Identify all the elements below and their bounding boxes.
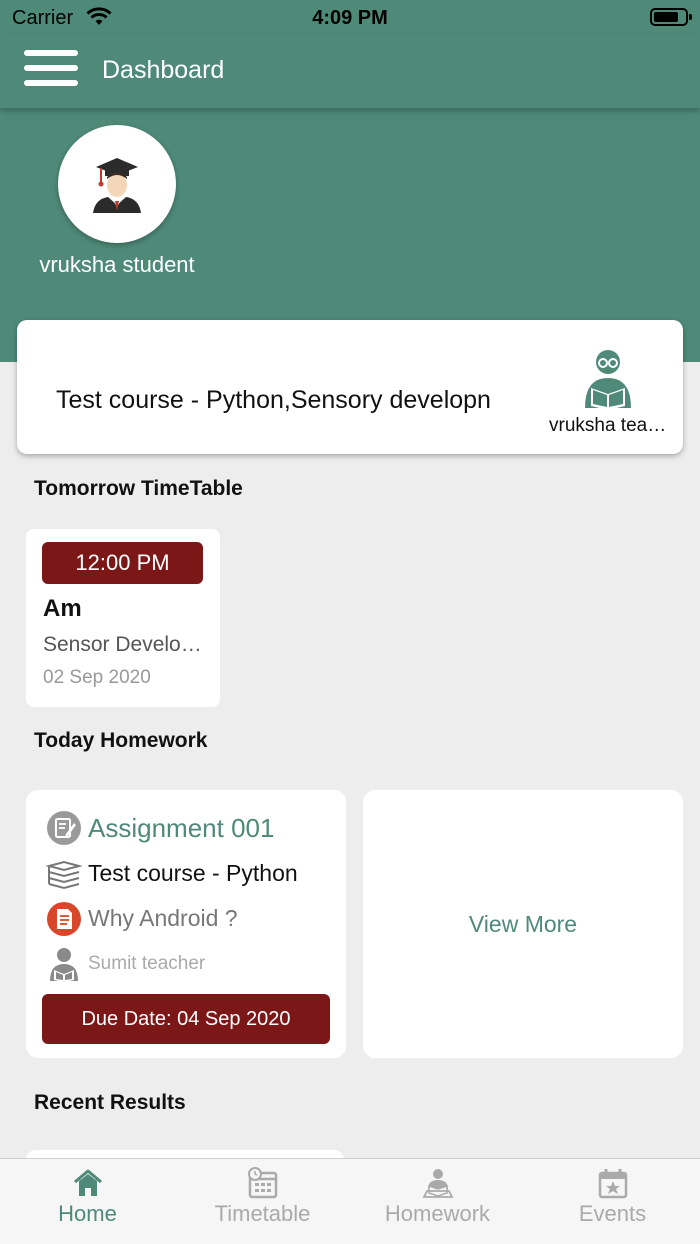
timetable-topic: Sensor Development [43,633,207,656]
teacher-reading-icon [585,350,631,410]
edit-note-icon [47,811,81,845]
timetable-section-title: Tomorrow TimeTable [34,477,243,500]
timetable-subject: Am [43,595,82,622]
homework-teacher: Sumit teacher [88,953,206,974]
avatar[interactable] [58,125,176,243]
graduate-icon [93,158,141,213]
homework-card[interactable]: Assignment 001 Test course - Python Why … [26,790,346,1058]
results-section-title: Recent Results [34,1091,186,1114]
teacher-icon [50,948,78,982]
teacher-name: vruksha teacher [549,415,673,436]
document-icon [47,902,81,936]
view-more-label: View More [468,911,578,937]
clock: 4:09 PM [312,7,388,29]
homework-title-row: Assignment 001 [46,810,336,846]
books-icon [46,860,82,890]
homework-section-title: Today Homework [34,729,208,752]
tab-home-label: Home [58,1201,117,1226]
home-icon [74,1169,102,1196]
tab-events-label: Events [578,1201,647,1226]
tab-homework[interactable]: Homework [350,1159,525,1244]
timetable-date: 02 Sep 2020 [43,667,151,688]
tab-timetable-label: Timetable [214,1201,311,1226]
homework-question: Why Android ? [88,905,238,931]
homework-title: Assignment 001 [88,813,275,843]
tab-homework-label: Homework [384,1201,491,1226]
due-date-badge: Due Date: 04 Sep 2020 [42,994,330,1044]
homework-teacher-row: Sumit teacher [46,946,336,982]
hamburger-menu-icon[interactable] [24,50,78,86]
page-title: Dashboard [102,56,225,84]
course-title: Test course - Python,Sensory developn [56,386,491,414]
tab-home[interactable]: Home [0,1159,175,1244]
timetable-time: 12:00 PM [42,542,203,584]
student-name: vruksha student [39,252,195,277]
top-navbar: Dashboard [0,36,700,108]
view-more-button[interactable]: View More [363,790,683,1058]
status-bar: Carrier 4:09 PM [0,0,700,36]
bottom-tab-bar: Home Timetable Homework Events [0,1158,700,1244]
calendar-clock-icon [248,1167,278,1199]
tab-timetable[interactable]: Timetable [175,1159,350,1244]
tab-events[interactable]: Events [525,1159,700,1244]
homework-course-row: Test course - Python [46,856,336,892]
battery-icon [650,8,692,26]
reading-student-icon [422,1169,454,1198]
homework-question-row: Why Android ? [46,901,336,937]
timetable-card[interactable]: 12:00 PM Am Sensor Development 02 Sep 20… [26,529,220,707]
homework-course: Test course - Python [88,860,298,886]
course-card[interactable]: Test course - Python,Sensory developn vr… [17,320,683,454]
event-calendar-icon [598,1169,628,1199]
